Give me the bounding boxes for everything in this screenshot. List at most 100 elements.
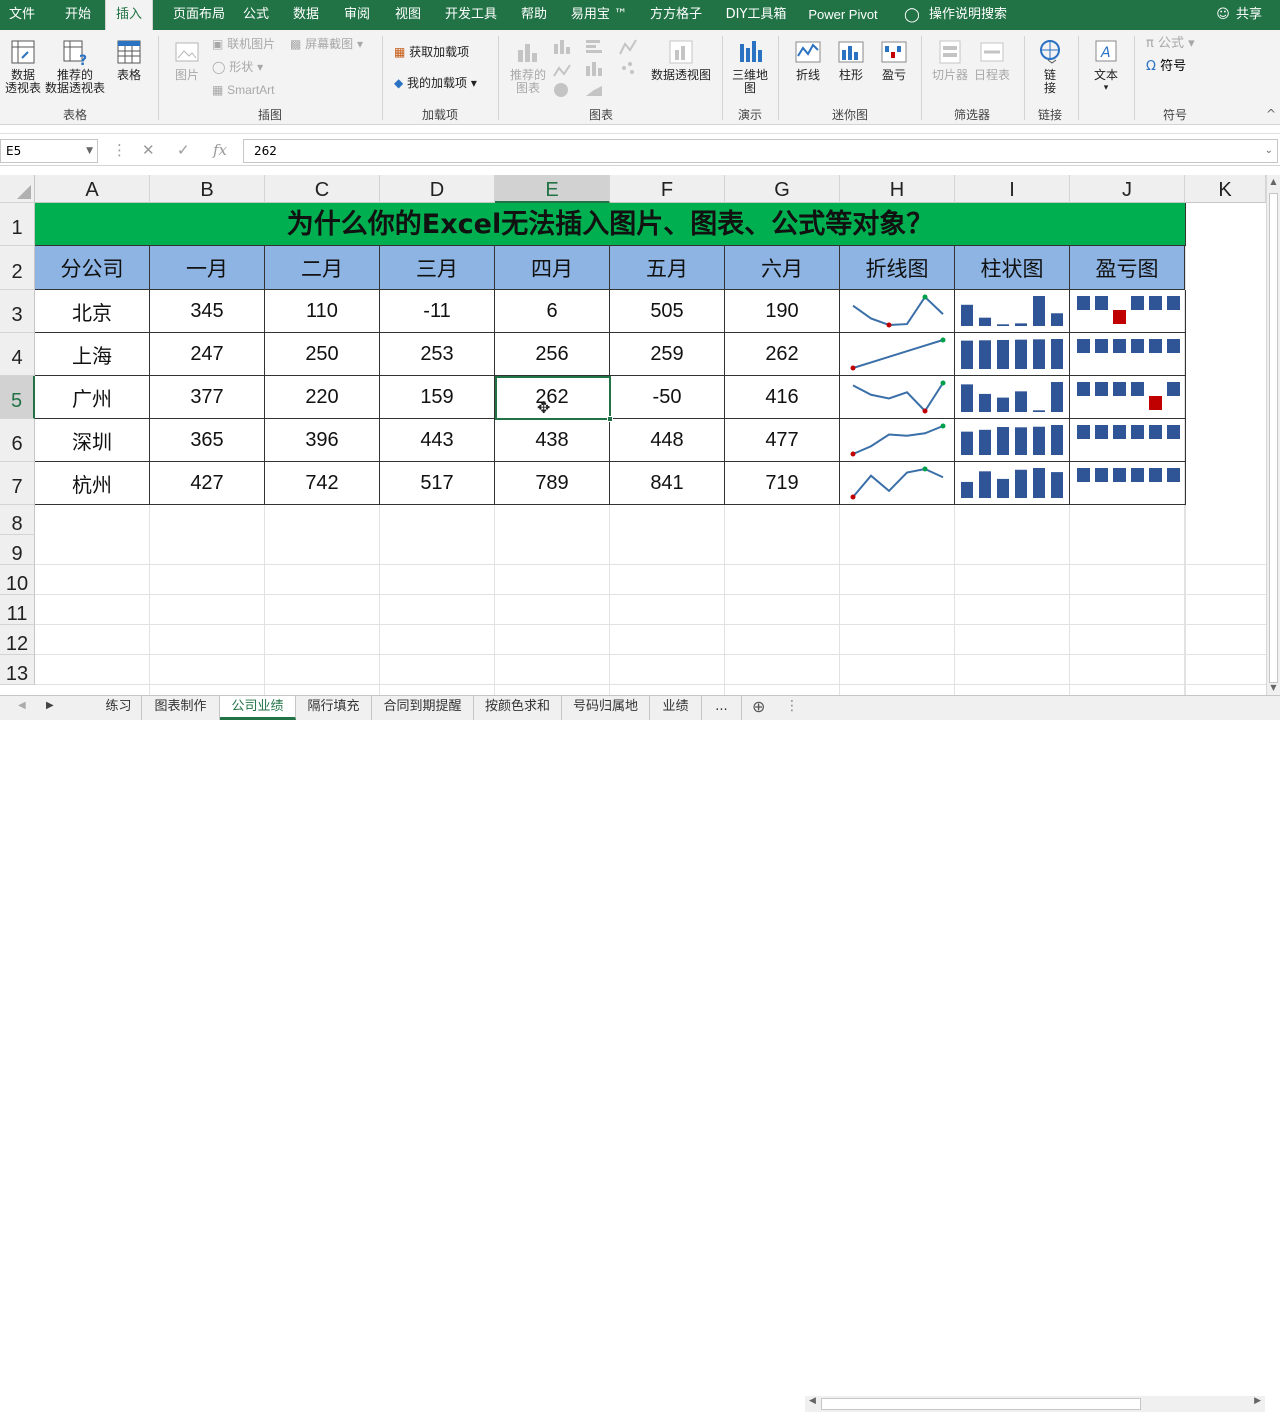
line-sparkline-cell[interactable] (840, 376, 955, 419)
row-header-9[interactable]: 9 (0, 535, 35, 565)
smartart-button[interactable]: ▦ SmartArt (212, 82, 275, 98)
pivot-table-button[interactable]: 数据 透视表 (4, 38, 42, 95)
vertical-scroll-thumb[interactable] (1269, 193, 1278, 683)
share-button[interactable]: 共享 (1233, 0, 1265, 30)
table-header-cell[interactable]: 盈亏图 (1070, 246, 1185, 290)
column-header-i[interactable]: I (955, 175, 1070, 203)
branch-name-cell[interactable]: 上海 (35, 333, 150, 376)
horizontal-scrollbar[interactable]: ◀ ▶ (805, 1396, 1265, 1412)
get-addins-button[interactable]: ▦ 获取加载项 (394, 44, 469, 60)
column-header-k[interactable]: K (1185, 175, 1266, 203)
table-header-cell[interactable]: 二月 (265, 246, 380, 290)
value-cell[interactable]: 253 (380, 333, 495, 376)
tell-me-search[interactable]: 操作说明搜索 (926, 0, 1010, 30)
value-cell[interactable]: 256 (495, 333, 610, 376)
row-header-2[interactable]: 2 (0, 246, 35, 290)
tab-diy-toolbox[interactable]: DIY工具箱 (718, 0, 794, 30)
value-cell[interactable]: -50 (610, 376, 725, 419)
insert-function-icon[interactable]: fx (213, 141, 227, 159)
row-header-7[interactable]: 7 (0, 462, 35, 505)
tab-help[interactable]: 帮助 (512, 0, 556, 30)
column-header-b[interactable]: B (150, 175, 265, 203)
column-sparkline-cell[interactable] (955, 376, 1070, 419)
value-cell[interactable]: 477 (725, 419, 840, 462)
my-addins-button[interactable]: ◆ 我的加载项 ▾ (394, 75, 477, 91)
line-sparkline-cell[interactable] (840, 333, 955, 376)
more-options-icon[interactable]: ⋮ (785, 698, 799, 714)
scroll-down-icon[interactable]: ▼ (1267, 681, 1280, 695)
value-cell[interactable]: 448 (610, 419, 725, 462)
column-header-c[interactable]: C (265, 175, 380, 203)
row-header-11[interactable]: 11 (0, 595, 35, 625)
column-header-g[interactable]: G (725, 175, 840, 203)
value-cell[interactable]: 396 (265, 419, 380, 462)
value-cell[interactable]: 220 (265, 376, 380, 419)
scroll-right-icon[interactable]: ▶ (1254, 1396, 1261, 1406)
value-cell[interactable]: 110 (265, 290, 380, 333)
line-sparkline-cell[interactable] (840, 462, 955, 505)
line-sparkline-cell[interactable] (840, 419, 955, 462)
worksheet-grid[interactable]: ABCDEFGHIJK 1 2 3 4 5 6 7 8 9 10 11 12 13 为什么你的Excel… (0, 175, 1266, 695)
row-header-8[interactable]: 8 (0, 505, 35, 535)
sheet-tab[interactable]: 号码归属地 (562, 696, 650, 720)
value-cell[interactable]: 505 (610, 290, 725, 333)
sheet-tab[interactable]: ... (702, 696, 742, 720)
value-cell[interactable]: 262 (725, 333, 840, 376)
table-header-cell[interactable]: 一月 (150, 246, 265, 290)
value-cell[interactable]: 416 (725, 376, 840, 419)
table-header-cell[interactable]: 分公司 (35, 246, 150, 290)
tab-formulas[interactable]: 公式 (238, 0, 274, 30)
pivot-chart-button[interactable]: 数据透视图 (648, 38, 714, 82)
table-header-cell[interactable]: 四月 (495, 246, 610, 290)
horizontal-scroll-thumb[interactable] (821, 1398, 1141, 1410)
row-header-13[interactable]: 13 (0, 655, 35, 685)
branch-name-cell[interactable]: 杭州 (35, 462, 150, 505)
column-header-h[interactable]: H (840, 175, 955, 203)
tab-review[interactable]: 审阅 (338, 0, 376, 30)
value-cell[interactable]: 250 (265, 333, 380, 376)
scroll-left-icon[interactable]: ◀ (809, 1396, 816, 1406)
value-cell[interactable]: 190 (725, 290, 840, 333)
line-sparkline-cell[interactable] (840, 290, 955, 333)
value-cell[interactable]: 365 (150, 419, 265, 462)
value-cell[interactable]: 345 (150, 290, 265, 333)
tab-power-pivot[interactable]: Power Pivot (804, 0, 882, 30)
sparkline-winloss-button[interactable]: 盈亏 (876, 38, 912, 82)
screenshot-button[interactable]: ▩ 屏幕截图 ▾ (290, 36, 363, 52)
timeline-button[interactable]: 日程表 (972, 38, 1012, 82)
column-header-j[interactable]: J (1070, 175, 1185, 203)
sheet-tab[interactable]: 练习 (96, 696, 142, 720)
sheet-tab[interactable]: 图表制作 (142, 696, 220, 720)
value-cell[interactable]: 262 (495, 376, 610, 419)
value-cell[interactable]: 6 (495, 290, 610, 333)
row-header-5[interactable]: 5 (0, 376, 35, 419)
table-button[interactable]: 表格 (112, 38, 146, 82)
tab-fangfang[interactable]: 方方格子 (644, 0, 708, 30)
sheet-tab[interactable]: 公司业绩 (220, 696, 296, 720)
add-sheet-icon[interactable]: ⊕ (752, 697, 765, 716)
symbol-button[interactable]: Ω 符号 (1146, 59, 1186, 75)
shapes-button[interactable]: ◯ 形状 ▾ (212, 59, 263, 75)
expand-formula-icon[interactable]: ⌄ (1265, 140, 1273, 162)
map-3d-button[interactable]: 三维地 图 (730, 38, 770, 95)
link-button[interactable]: 链 接 (1032, 38, 1068, 95)
column-header-a[interactable]: A (35, 175, 150, 203)
name-box[interactable]: E5 ▼ (0, 139, 98, 163)
winloss-sparkline-cell[interactable] (1070, 333, 1186, 376)
row-header-4[interactable]: 4 (0, 333, 35, 376)
row-header-10[interactable]: 10 (0, 565, 35, 595)
value-cell[interactable]: 377 (150, 376, 265, 419)
table-header-cell[interactable]: 五月 (610, 246, 725, 290)
column-sparkline-cell[interactable] (955, 333, 1070, 376)
value-cell[interactable]: 259 (610, 333, 725, 376)
sparkline-line-button[interactable]: 折线 (790, 38, 826, 82)
tab-page-layout[interactable]: 页面布局 (160, 0, 238, 30)
sheet-tab[interactable]: 按颜色求和 (474, 696, 562, 720)
table-header-cell[interactable]: 六月 (725, 246, 840, 290)
tab-data[interactable]: 数据 (284, 0, 328, 30)
value-cell[interactable]: 841 (610, 462, 725, 505)
recommended-pivot-button[interactable]: ? 推荐的 数据透视表 (44, 38, 106, 95)
row-header-3[interactable]: 3 (0, 290, 35, 333)
online-pictures-button[interactable]: ▣ 联机图片 (212, 36, 275, 52)
select-all-corner[interactable] (0, 175, 35, 203)
